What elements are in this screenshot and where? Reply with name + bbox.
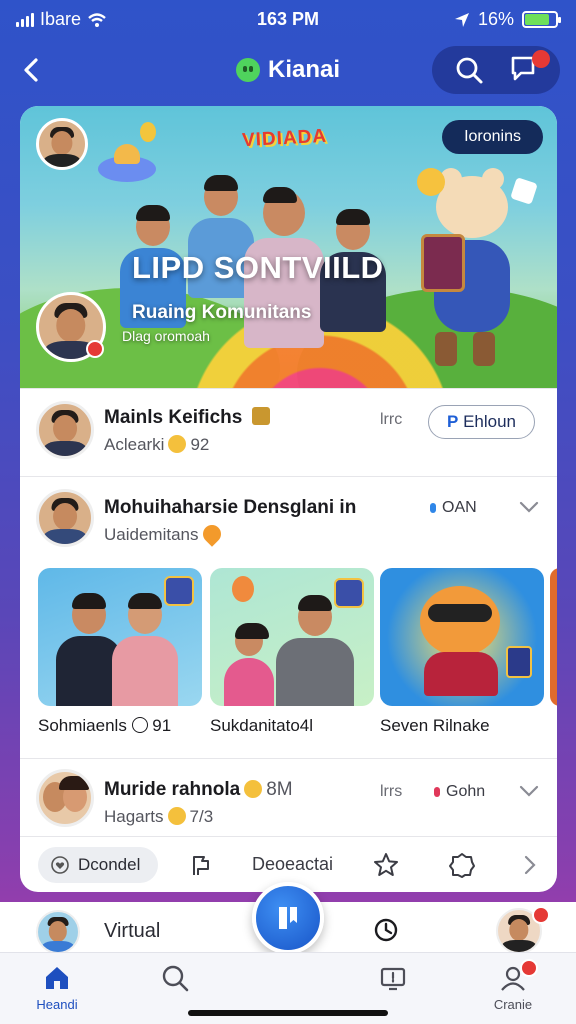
media-label: Sukdanitato4l	[210, 716, 314, 735]
tab-search[interactable]	[140, 963, 210, 997]
status-tag-label: OAN	[442, 499, 477, 516]
community-meta: Dlag oromoah	[122, 328, 210, 344]
mini-avatar	[36, 910, 80, 954]
smile-emoji-icon	[167, 807, 186, 825]
media-card[interactable]: Sukdanitato4l	[210, 568, 374, 736]
community-subtitle: Ruaing Komunitans	[132, 302, 312, 323]
profile-notification-badge	[532, 906, 550, 924]
media-thumbnail	[380, 568, 544, 706]
member-name: Mohuihaharsie Densglani in	[104, 497, 357, 518]
trophy-icon	[251, 407, 270, 425]
tv-icon	[380, 967, 406, 991]
member-name: Muride rahnola 8M	[104, 779, 293, 800]
media-card[interactable]: Sohmiaenls 91	[38, 568, 202, 736]
chevron-down-icon	[519, 785, 539, 797]
app-name: Kianai	[267, 56, 341, 83]
action-text[interactable]: Deoeactai	[252, 854, 333, 875]
reaction-chip[interactable]: Dcondel	[38, 847, 159, 883]
status-tag: Gohn	[434, 783, 485, 801]
status-tag-label: Gohn	[446, 783, 486, 800]
media-carousel: Sohmiaenls 91 Sukdanitato4l Seven Rilnak…	[20, 566, 557, 756]
home-indicator	[188, 1010, 388, 1016]
flag-icon[interactable]	[188, 851, 216, 879]
location-arrow-icon	[454, 12, 469, 27]
battery-fill	[525, 14, 549, 25]
ufo-illustration	[98, 144, 156, 182]
timer-icon[interactable]	[372, 916, 400, 944]
member-subtitle: Uaidemitans	[104, 521, 225, 547]
community-banner[interactable]: VIDIADA Ioronins LIPD SONTVIILD Ruaing K…	[20, 106, 557, 388]
status-tag: OAN	[430, 499, 477, 517]
status-tag-dot	[430, 503, 436, 513]
tab-home[interactable]: Heandi	[22, 963, 92, 1012]
media-label: Seven Rilnake	[380, 716, 490, 735]
banner-logo: VIDIADA	[241, 125, 328, 152]
reaction-chip-label: Dcondel	[78, 855, 141, 874]
member-subtitle: Aclearki 92	[104, 435, 210, 454]
home-icon	[46, 967, 68, 989]
balloon-illustration	[140, 122, 156, 142]
tab-tv[interactable]	[358, 963, 428, 997]
status-tag-dot	[434, 787, 440, 797]
search-icon	[162, 965, 189, 992]
header-actions	[432, 46, 560, 94]
chevron-down-icon	[519, 501, 539, 513]
battery-percent: 16%	[477, 9, 514, 29]
smile-emoji-icon	[168, 435, 187, 453]
search-icon[interactable]	[454, 55, 484, 85]
smile-emoji-icon	[244, 780, 263, 798]
tab-profile-label: Cranie	[493, 997, 533, 1012]
plus-card-icon	[279, 907, 297, 929]
brand-logo-icon	[235, 58, 260, 82]
badge-icon[interactable]	[448, 851, 476, 879]
community-card: VIDIADA Ioronins LIPD SONTVIILD Ruaing K…	[20, 106, 557, 892]
follow-button-label: Ehloun	[463, 412, 517, 431]
media-thumbnail	[38, 568, 202, 706]
emoji-illustration	[417, 168, 445, 196]
heart-icon	[198, 521, 225, 547]
media-card-peek	[550, 568, 557, 706]
expand-button[interactable]	[518, 499, 540, 520]
member-row[interactable]: Mohuihaharsie Densglani in Uaidemitans O…	[20, 476, 557, 566]
member-row[interactable]: Mainls Keifichs Aclearki 92 lrrc P Ehloun	[20, 388, 557, 476]
status-bar: Ibare 163 PM 16%	[0, 0, 576, 40]
game-board-illustration	[421, 234, 465, 292]
member-avatar-pair	[36, 769, 94, 827]
media-card[interactable]: Seven Rilnake	[380, 568, 544, 736]
owner-badge	[86, 340, 104, 358]
member-subtitle: Hagarts 7/3	[104, 807, 214, 826]
battery-icon	[522, 11, 561, 28]
tab-profile-badge	[520, 959, 538, 977]
follow-button[interactable]: P Ehloun	[428, 405, 536, 439]
member-avatar	[36, 401, 94, 459]
chat-notification-dot	[532, 50, 550, 68]
tab-home-label: Heandi	[36, 997, 78, 1012]
chevron-right-icon[interactable]	[516, 851, 544, 879]
banner-pill-button[interactable]: Ioronins	[442, 120, 543, 154]
media-thumbnail	[210, 568, 374, 706]
member-name: Mainls Keifichs	[104, 407, 270, 429]
banner-small-avatar[interactable]	[36, 118, 88, 170]
status-right: 16%	[454, 9, 561, 30]
follow-button-icon: P	[447, 412, 459, 431]
member-meta: lrrc	[380, 411, 403, 428]
app-header: Kianai	[0, 44, 576, 96]
member-avatar	[36, 489, 94, 547]
member-row[interactable]: Muride rahnola 8M Hagarts 7/3 lrrs Gohn	[20, 758, 557, 836]
community-title: LIPD SONTVIILD	[132, 250, 384, 285]
member-meta: lrrs	[380, 783, 403, 800]
media-label: Sohmiaenls 91	[38, 716, 172, 735]
mini-label: Virtual	[104, 920, 161, 942]
star-icon[interactable]	[372, 851, 400, 879]
create-post-button[interactable]	[252, 882, 324, 954]
heart-bubble-icon	[51, 856, 69, 874]
expand-button[interactable]	[518, 783, 540, 804]
heart-circle-icon	[131, 717, 148, 733]
